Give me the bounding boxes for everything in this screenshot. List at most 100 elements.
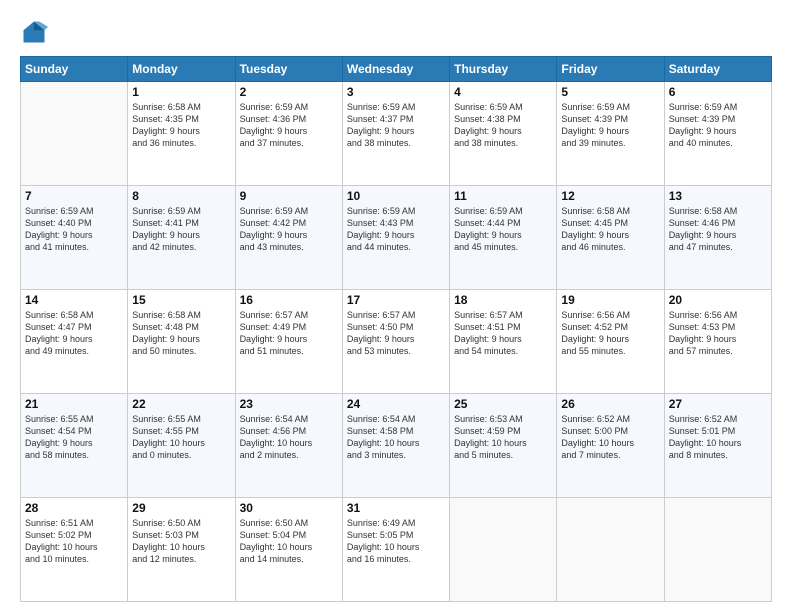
- weekday-header-saturday: Saturday: [664, 57, 771, 82]
- day-info: Sunrise: 6:54 AM Sunset: 4:56 PM Dayligh…: [240, 413, 338, 462]
- calendar-cell: [664, 498, 771, 602]
- day-info: Sunrise: 6:59 AM Sunset: 4:37 PM Dayligh…: [347, 101, 445, 150]
- day-number: 27: [669, 397, 767, 411]
- calendar-cell: 5Sunrise: 6:59 AM Sunset: 4:39 PM Daylig…: [557, 82, 664, 186]
- calendar-cell: 20 Sunrise: 6:56 AM Sunset: 4:53 PM Dayli…: [664, 290, 771, 394]
- day-number: 20: [669, 293, 767, 307]
- day-number: 7: [25, 189, 123, 203]
- weekday-header-sunday: Sunday: [21, 57, 128, 82]
- calendar-cell: 14 Sunrise: 6:58 AM Sunset: 4:47 PM Dayli…: [21, 290, 128, 394]
- calendar-cell: 18 Sunrise: 6:57 AM Sunset: 4:51 PM Dayli…: [450, 290, 557, 394]
- day-info: Sunrise: 6:59 AM Sunset: 4:44 PM Dayligh…: [454, 205, 552, 254]
- day-info: Sunrise: 6:58 AM Sunset: 4:47 PM Dayligh…: [25, 309, 123, 358]
- day-info: Sunrise: 6:56 AM Sunset: 4:52 PM Dayligh…: [561, 309, 659, 358]
- calendar-cell: 17 Sunrise: 6:57 AM Sunset: 4:50 PM Dayli…: [342, 290, 449, 394]
- calendar-cell: 4 Sunrise: 6:59 AM Sunset: 4:38 PM Daylig…: [450, 82, 557, 186]
- day-number: 16: [240, 293, 338, 307]
- calendar-cell: 6 Sunrise: 6:59 AM Sunset: 4:39 PM Daylig…: [664, 82, 771, 186]
- header: [20, 18, 772, 46]
- day-number: 2: [240, 85, 338, 99]
- day-number: 18: [454, 293, 552, 307]
- day-info: Sunrise: 6:51 AM Sunset: 5:02 PM Dayligh…: [25, 517, 123, 566]
- day-info: Sunrise: 6:58 AM Sunset: 4:48 PM Dayligh…: [132, 309, 230, 358]
- day-info: Sunrise: 6:59 AM Sunset: 4:42 PM Dayligh…: [240, 205, 338, 254]
- day-info: Sunrise: 6:57 AM Sunset: 4:49 PM Dayligh…: [240, 309, 338, 358]
- day-info: Sunrise: 6:57 AM Sunset: 4:50 PM Dayligh…: [347, 309, 445, 358]
- week-row-0: 1 Sunrise: 6:58 AM Sunset: 4:35 PM Daylig…: [21, 82, 772, 186]
- calendar-cell: 28 Sunrise: 6:51 AM Sunset: 5:02 PM Dayli…: [21, 498, 128, 602]
- day-info: Sunrise: 6:58 AM Sunset: 4:46 PM Dayligh…: [669, 205, 767, 254]
- day-info: Sunrise: 6:55 AM Sunset: 4:54 PM Dayligh…: [25, 413, 123, 462]
- calendar-cell: 22 Sunrise: 6:55 AM Sunset: 4:55 PM Dayli…: [128, 394, 235, 498]
- calendar-header: SundayMondayTuesdayWednesdayThursdayFrid…: [21, 57, 772, 82]
- day-number: 1: [132, 85, 230, 99]
- calendar-cell: 7 Sunrise: 6:59 AM Sunset: 4:40 PM Daylig…: [21, 186, 128, 290]
- weekday-header-thursday: Thursday: [450, 57, 557, 82]
- calendar-cell: 27 Sunrise: 6:52 AM Sunset: 5:01 PM Dayli…: [664, 394, 771, 498]
- day-number: 12: [561, 189, 659, 203]
- day-number: 23: [240, 397, 338, 411]
- calendar-body: 1 Sunrise: 6:58 AM Sunset: 4:35 PM Daylig…: [21, 82, 772, 602]
- day-number: 30: [240, 501, 338, 515]
- day-number: 22: [132, 397, 230, 411]
- calendar-cell: 8 Sunrise: 6:59 AM Sunset: 4:41 PM Daylig…: [128, 186, 235, 290]
- calendar-cell: 9 Sunrise: 6:59 AM Sunset: 4:42 PM Daylig…: [235, 186, 342, 290]
- weekday-header-friday: Friday: [557, 57, 664, 82]
- calendar-cell: 3Sunrise: 6:59 AM Sunset: 4:37 PM Daylig…: [342, 82, 449, 186]
- calendar-cell: 25Sunrise: 6:53 AM Sunset: 4:59 PM Dayli…: [450, 394, 557, 498]
- calendar-cell: [450, 498, 557, 602]
- day-info: Sunrise: 6:59 AM Sunset: 4:41 PM Dayligh…: [132, 205, 230, 254]
- calendar-cell: 24 Sunrise: 6:54 AM Sunset: 4:58 PM Dayli…: [342, 394, 449, 498]
- week-row-4: 28 Sunrise: 6:51 AM Sunset: 5:02 PM Dayli…: [21, 498, 772, 602]
- day-number: 8: [132, 189, 230, 203]
- calendar-cell: 10 Sunrise: 6:59 AM Sunset: 4:43 PM Dayli…: [342, 186, 449, 290]
- day-info: Sunrise: 6:58 AM Sunset: 4:35 PM Dayligh…: [132, 101, 230, 150]
- day-number: 17: [347, 293, 445, 307]
- day-number: 10: [347, 189, 445, 203]
- day-number: 6: [669, 85, 767, 99]
- day-info: Sunrise: 6:59 AM Sunset: 4:43 PM Dayligh…: [347, 205, 445, 254]
- day-info: Sunrise: 6:58 AM Sunset: 4:45 PM Dayligh…: [561, 205, 659, 254]
- calendar-cell: 1 Sunrise: 6:58 AM Sunset: 4:35 PM Daylig…: [128, 82, 235, 186]
- day-info: Sunrise: 6:53 AM Sunset: 4:59 PM Dayligh…: [454, 413, 552, 462]
- day-info: Sunrise: 6:49 AM Sunset: 5:05 PM Dayligh…: [347, 517, 445, 566]
- week-row-1: 7 Sunrise: 6:59 AM Sunset: 4:40 PM Daylig…: [21, 186, 772, 290]
- day-number: 26: [561, 397, 659, 411]
- calendar-cell: 2 Sunrise: 6:59 AM Sunset: 4:36 PM Daylig…: [235, 82, 342, 186]
- calendar-cell: 31Sunrise: 6:49 AM Sunset: 5:05 PM Dayli…: [342, 498, 449, 602]
- weekday-header-tuesday: Tuesday: [235, 57, 342, 82]
- calendar-cell: 26Sunrise: 6:52 AM Sunset: 5:00 PM Dayli…: [557, 394, 664, 498]
- day-number: 14: [25, 293, 123, 307]
- day-info: Sunrise: 6:59 AM Sunset: 4:39 PM Dayligh…: [669, 101, 767, 150]
- calendar-cell: 21 Sunrise: 6:55 AM Sunset: 4:54 PM Dayli…: [21, 394, 128, 498]
- calendar-cell: 12 Sunrise: 6:58 AM Sunset: 4:45 PM Dayli…: [557, 186, 664, 290]
- calendar-cell: 13Sunrise: 6:58 AM Sunset: 4:46 PM Dayli…: [664, 186, 771, 290]
- page: SundayMondayTuesdayWednesdayThursdayFrid…: [0, 0, 792, 612]
- day-info: Sunrise: 6:50 AM Sunset: 5:04 PM Dayligh…: [240, 517, 338, 566]
- day-info: Sunrise: 6:50 AM Sunset: 5:03 PM Dayligh…: [132, 517, 230, 566]
- day-number: 28: [25, 501, 123, 515]
- calendar-cell: 19Sunrise: 6:56 AM Sunset: 4:52 PM Dayli…: [557, 290, 664, 394]
- day-number: 29: [132, 501, 230, 515]
- calendar-table: SundayMondayTuesdayWednesdayThursdayFrid…: [20, 56, 772, 602]
- weekday-header-wednesday: Wednesday: [342, 57, 449, 82]
- calendar-cell: 23 Sunrise: 6:54 AM Sunset: 4:56 PM Dayli…: [235, 394, 342, 498]
- day-info: Sunrise: 6:59 AM Sunset: 4:40 PM Dayligh…: [25, 205, 123, 254]
- calendar-cell: 11Sunrise: 6:59 AM Sunset: 4:44 PM Dayli…: [450, 186, 557, 290]
- day-info: Sunrise: 6:57 AM Sunset: 4:51 PM Dayligh…: [454, 309, 552, 358]
- day-number: 21: [25, 397, 123, 411]
- day-number: 4: [454, 85, 552, 99]
- calendar-cell: 30 Sunrise: 6:50 AM Sunset: 5:04 PM Dayli…: [235, 498, 342, 602]
- day-info: Sunrise: 6:54 AM Sunset: 4:58 PM Dayligh…: [347, 413, 445, 462]
- day-info: Sunrise: 6:59 AM Sunset: 4:36 PM Dayligh…: [240, 101, 338, 150]
- day-info: Sunrise: 6:59 AM Sunset: 4:39 PM Dayligh…: [561, 101, 659, 150]
- day-number: 9: [240, 189, 338, 203]
- day-info: Sunrise: 6:52 AM Sunset: 5:01 PM Dayligh…: [669, 413, 767, 462]
- week-row-3: 21 Sunrise: 6:55 AM Sunset: 4:54 PM Dayli…: [21, 394, 772, 498]
- day-number: 24: [347, 397, 445, 411]
- day-info: Sunrise: 6:56 AM Sunset: 4:53 PM Dayligh…: [669, 309, 767, 358]
- day-info: Sunrise: 6:55 AM Sunset: 4:55 PM Dayligh…: [132, 413, 230, 462]
- day-info: Sunrise: 6:59 AM Sunset: 4:38 PM Dayligh…: [454, 101, 552, 150]
- calendar-cell: 29 Sunrise: 6:50 AM Sunset: 5:03 PM Dayli…: [128, 498, 235, 602]
- calendar-cell: 15Sunrise: 6:58 AM Sunset: 4:48 PM Dayli…: [128, 290, 235, 394]
